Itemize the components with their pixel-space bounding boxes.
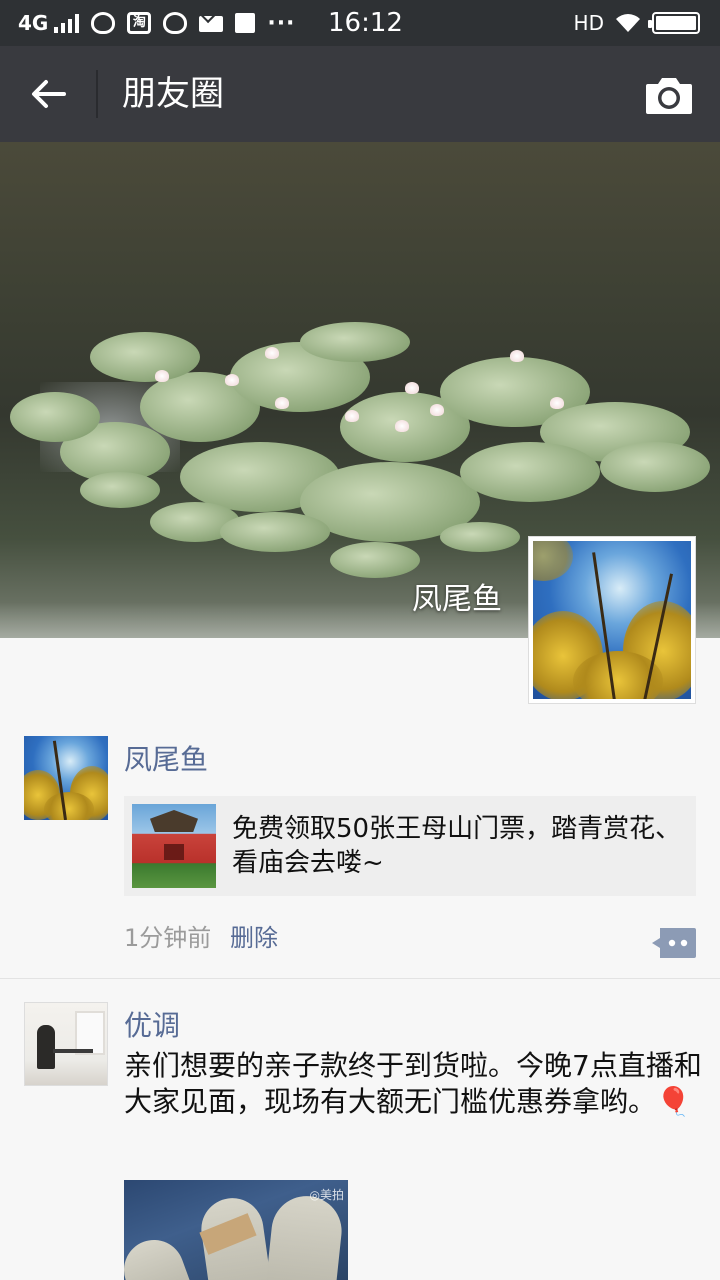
mail-icon bbox=[199, 16, 224, 32]
post1-author-name[interactable]: 凤尾鱼 bbox=[124, 738, 208, 778]
status-left-group: 4G 淘 ··· bbox=[18, 0, 295, 46]
network-type: 4G bbox=[18, 11, 49, 35]
comment-icon[interactable] bbox=[652, 926, 696, 960]
post1-delete-link[interactable]: 删除 bbox=[230, 918, 278, 953]
post1-link-card[interactable]: 免费领取50张王母山门票，踏青赏花、看庙会去喽~ bbox=[124, 796, 696, 896]
qq-icon bbox=[91, 12, 116, 34]
title-divider bbox=[96, 70, 98, 118]
post1-avatar[interactable] bbox=[24, 736, 108, 820]
back-arrow-icon bbox=[32, 80, 66, 108]
title-bar: 朋友圈 bbox=[0, 46, 720, 142]
hd-indicator: HD bbox=[573, 11, 604, 35]
camera-icon[interactable] bbox=[644, 72, 694, 116]
post2-text: 亲们想要的亲子款终于到货啦。今晚7点直播和大家见面，现场有大额无门槛优惠券拿哟。… bbox=[124, 1049, 702, 1118]
back-button[interactable] bbox=[22, 68, 74, 120]
post1-timestamp: 1分钟前 bbox=[124, 924, 212, 952]
post2-image[interactable]: ◎美拍 bbox=[124, 1180, 348, 1280]
battery-icon bbox=[648, 12, 700, 34]
more-notifications-icon: ··· bbox=[267, 10, 296, 36]
status-right-group: HD bbox=[574, 0, 700, 46]
signal-icon bbox=[54, 13, 80, 33]
profile-avatar[interactable] bbox=[528, 536, 696, 704]
post-divider bbox=[0, 978, 720, 979]
cover-user-name: 凤尾鱼 bbox=[412, 582, 502, 617]
post1-link-title: 免费领取50张王母山门票，踏青赏花、看庙会去喽~ bbox=[232, 814, 682, 878]
post2-image-watermark: ◎美拍 bbox=[309, 1188, 344, 1202]
wifi-icon bbox=[616, 14, 640, 32]
page-title: 朋友圈 bbox=[122, 74, 224, 114]
status-bar: 4G 淘 ··· 16:12 HD bbox=[0, 0, 720, 46]
status-time: 16:12 bbox=[328, 8, 403, 38]
post2-author-name[interactable]: 优调 bbox=[124, 1004, 180, 1044]
taobao-icon: 淘 bbox=[127, 12, 152, 34]
shopping-bag-icon bbox=[235, 13, 256, 33]
post1-link-thumbnail bbox=[132, 804, 216, 888]
post2-avatar[interactable] bbox=[24, 1002, 108, 1086]
qq-icon-2 bbox=[163, 12, 188, 34]
